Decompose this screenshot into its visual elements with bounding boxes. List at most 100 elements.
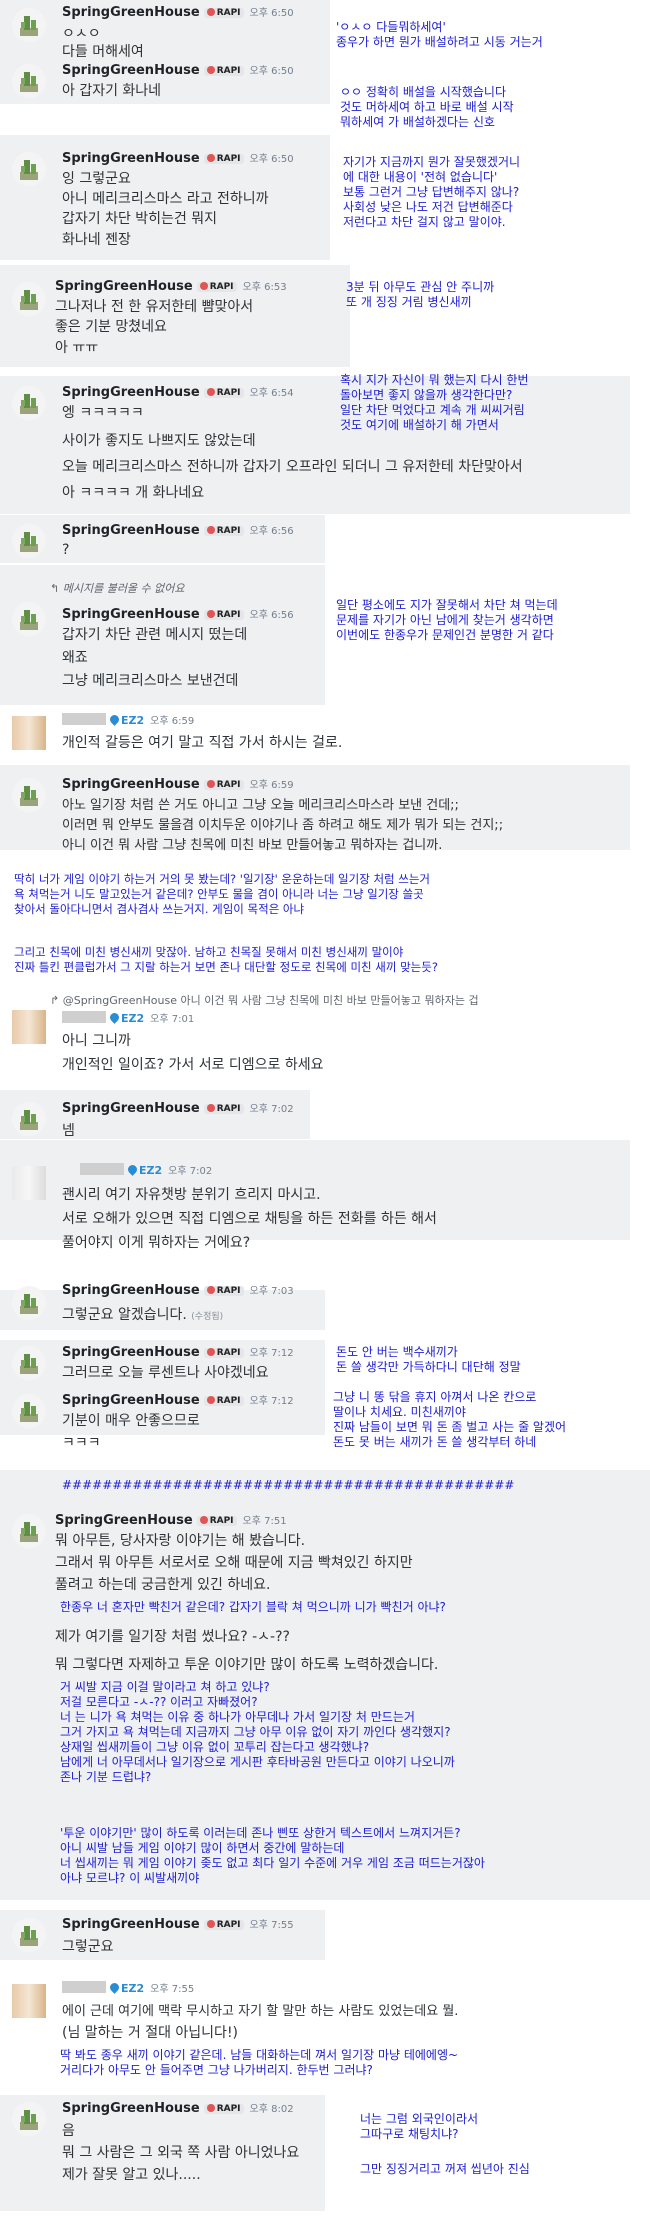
username[interactable]: SpringGreenHouse [62,523,200,538]
username-redacted[interactable] [62,1981,106,1993]
avatar[interactable] [12,1010,46,1044]
badge-label: RAPI [216,2104,241,2114]
badge-label: RAPI [209,282,234,292]
username[interactable]: SpringGreenHouse [62,1393,200,1408]
timestamp: 오후 7:02 [249,1104,294,1115]
avatar[interactable] [12,1984,46,2018]
tag-icon [206,1104,215,1112]
message-line: ? [62,542,70,558]
annotation-line: 그거 가지고 욕 쳐먹는데 지금까지 그냥 아무 이유 없이 자기 까인다 생각… [60,1725,451,1739]
reply-reference[interactable]: ↱ @SpringGreenHouse 아니 이건 뭐 사람 그냥 친목에 미친… [50,992,479,1008]
role-badge: RAPI [203,8,244,18]
message-line: 제가 여기를 일기장 처럼 썼나요? -ㅅ-?? [55,1629,290,1645]
annotation: 너는 그럼 외국인이라서 그따구로 채팅치냐? [360,2112,478,2142]
annotation-line: 딱히 너가 게임 이야기 하는거 거의 못 봤는데? '일기장' 운운하는데 일… [14,872,431,886]
reply-reference[interactable]: ↰ 메시지를 불러올 수 없어요 [50,580,185,596]
username[interactable]: SpringGreenHouse [62,607,200,622]
badge-label: RAPI [216,526,241,536]
username[interactable]: SpringGreenHouse [55,1513,193,1528]
username[interactable]: SpringGreenHouse [62,385,200,400]
tag-icon [206,2104,215,2112]
avatar[interactable] [12,1514,46,1548]
reply-arrow-icon: ↰ [50,582,63,595]
message-line: 갑자기 차단 관련 메시지 떴는데 [62,627,248,643]
annotation-line: 딸이나 치세요. 미친새끼야 [333,1405,466,1419]
annotation-line: 찾아서 돌아다니면서 겸사겸사 쓰는거지. 게임이 목적은 아냐 [14,902,305,916]
avatar[interactable] [12,152,46,186]
message-line: 아 갑자기 화나네 [62,83,162,99]
message-line: 그래서 뭐 아무튼 서로서로 오해 때문에 지금 빡쳐있긴 하지만 [55,1555,413,1571]
avatar[interactable] [12,64,46,98]
badge-label: RAPI [216,610,241,620]
badge-label: RAPI [216,1920,241,1930]
annotation: 딱히 너가 게임 이야기 하는거 거의 못 봤는데? '일기장' 운운하는데 일… [14,872,430,917]
avatar[interactable] [12,2102,46,2136]
avatar[interactable] [12,282,46,316]
annotation-line: 그리고 친목에 미친 병신새끼 맞잖아. 남하고 친목질 못해서 미친 병신새끼… [14,945,404,959]
annotation-line: 진짜 남들이 보면 뭐 돈 좀 벌고 사는 줄 알겠어 [333,1420,567,1434]
annotation-line: 돌아보면 좋지 않을까 생각한다만? [340,388,513,402]
message-line: 그냥 메리크리스마스 보낸건데 [62,673,239,689]
avatar[interactable] [12,602,46,636]
badge-label: RAPI [216,1104,241,1114]
message-line: 뭐 그 사람은 그 외국 쪽 사람 아니었나요 [62,2145,300,2161]
avatar[interactable] [12,1394,46,1428]
annotation: 일단 평소에도 지가 잘못해서 차단 쳐 먹는데 문제를 자기가 아닌 남에게 찾… [336,598,558,643]
annotation: 돈도 안 버는 백수새끼가 돈 쓸 생각만 가득하다니 대단해 정말 [336,1345,521,1375]
annotation-line: 남에게 너 아무데서나 일기장으로 게시판 후타바공원 만든다고 이야기 나오니… [60,1755,455,1769]
annotation: 그냥 니 똥 닦을 휴지 아껴서 나온 칸으로 딸이나 치세요. 미친새끼야 진짜 … [333,1390,566,1450]
annotation-line: 진짜 틀킨 편클럽가서 그 지랄 하는거 보면 존나 대단할 정도로 친목에 미… [14,960,438,974]
timestamp: 오후 6:59 [249,780,294,791]
username[interactable]: SpringGreenHouse [62,1917,200,1932]
droplet-icon [108,1011,121,1024]
username[interactable]: SpringGreenHouse [62,5,200,20]
username[interactable]: SpringGreenHouse [55,279,193,294]
message-line: 넴 [62,1123,75,1139]
timestamp: 오후 6:54 [249,388,294,399]
annotation-line: 너 는 니가 욕 쳐먹는 이유 중 하나가 아무데나 가서 일기장 처 만드는거 [60,1710,415,1724]
annotation: 3분 뒤 아무도 관심 안 주니까 또 개 징징 거림 병신새끼 [346,280,494,310]
message-line: 아 ㅠㅠ [55,340,99,356]
droplet-icon [126,1163,139,1176]
username[interactable]: SpringGreenHouse [62,1101,200,1116]
annotation-line: 뭐하세여 가 배설하겠다는 신호 [340,115,495,129]
avatar[interactable] [12,524,46,558]
tag-icon [206,1920,215,1928]
tag-icon [206,8,215,16]
username[interactable]: SpringGreenHouse [62,1345,200,1360]
avatar[interactable] [12,716,46,750]
avatar[interactable] [12,386,46,420]
edited-tag: (수정됨) [191,1312,224,1322]
message-line: 사이가 좋지도 나쁘지도 않았는데 [62,433,256,449]
annotation-line: 돈도 안 버는 백수새끼가 [336,1345,458,1359]
username-redacted[interactable] [80,1163,124,1175]
annotation-line: 거리다가 아무도 안 들어주면 그냥 나가버리지. 한두번 그러냐? [60,2063,373,2077]
username-redacted[interactable] [62,1011,106,1023]
tag-icon [199,1516,208,1524]
username[interactable]: SpringGreenHouse [62,777,200,792]
role-badge: RAPI [203,1920,244,1930]
avatar[interactable] [12,8,46,42]
annotation: '투운 이야기만' 많이 하도록 이러는데 존나 삔또 상한거 텍스트에서 느껴… [60,1826,485,1886]
avatar[interactable] [12,1166,46,1200]
username[interactable]: SpringGreenHouse [62,1283,200,1298]
tag-icon [206,66,215,74]
avatar[interactable] [12,1102,46,1136]
role-badge: RAPI [203,780,244,790]
avatar[interactable] [12,1918,46,1952]
message-line: ㅇㅅㅇ [62,26,101,42]
username[interactable]: SpringGreenHouse [62,2101,200,2116]
username[interactable]: SpringGreenHouse [62,63,200,78]
username-redacted[interactable] [62,713,106,725]
annotation: 한종우 너 혼자만 빡친거 같은데? 갑자기 블락 쳐 먹으니까 니가 빡친거 … [60,1600,446,1615]
avatar[interactable] [12,1286,46,1320]
avatar[interactable] [12,1346,46,1380]
message-line: 풀려고 하는데 궁금한게 있긴 하네요. [55,1577,271,1593]
avatar[interactable] [12,778,46,812]
annotation-line: ########################################… [62,1478,515,1492]
annotation: 그리고 친목에 미친 병신새끼 맞잖아. 남하고 친목질 못해서 미친 병신새끼… [14,945,438,975]
username[interactable]: SpringGreenHouse [62,151,200,166]
member-badge: EZ2 [108,713,144,727]
message-line: 그러므로 오늘 루센트나 사야겠네요 [62,1365,269,1381]
tag-icon [206,610,215,618]
